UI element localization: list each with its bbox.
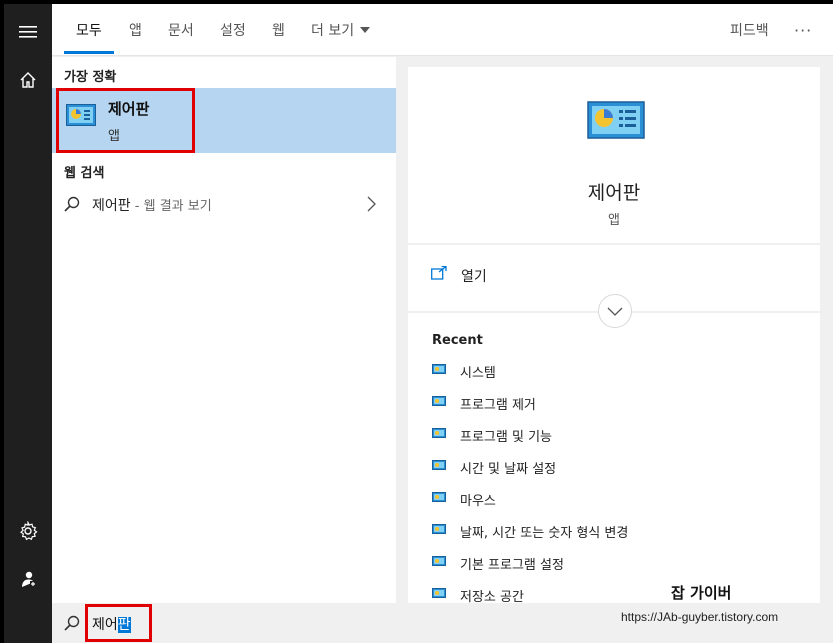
recent-item-label: 저장소 공간 [460,589,524,605]
recent-heading: Recent [432,333,483,348]
recent-item[interactable]: 마우스 [432,487,496,511]
annotation-highlight-box [56,88,195,153]
control-panel-icon [432,555,446,571]
recent-item-label: 프로그램 제거 [460,397,536,413]
tab-all[interactable]: 모두 [76,4,102,56]
feedback-button[interactable]: 피드백 [730,4,769,56]
control-panel-icon [432,491,446,507]
recent-item-label: 시간 및 날짜 설정 [460,461,557,477]
recent-item[interactable]: 시간 및 날짜 설정 [432,455,556,479]
search-window: 모두 앱 문서 설정 웹 더 보기 피드백 ··· 가장 정확 제어판 앱 웹 … [0,0,833,643]
search-icon [64,196,80,216]
best-match-heading: 가장 정확 [64,70,117,85]
tab-settings[interactable]: 설정 [220,4,246,56]
recent-item[interactable]: 프로그램 및 기능 [432,423,552,447]
recent-item[interactable]: 기본 프로그램 설정 [432,551,564,575]
tab-documents[interactable]: 문서 [168,4,194,56]
home-icon[interactable] [4,60,52,100]
recent-item-label: 시스템 [460,365,496,381]
left-rail [4,4,52,643]
hamburger-menu-icon[interactable] [4,12,52,52]
chevron-right-icon [366,196,376,216]
chevron-down-icon [607,307,623,316]
chevron-down-icon [360,27,371,33]
tab-web[interactable]: 웹 [272,4,285,56]
settings-gear-icon[interactable] [4,511,52,551]
control-panel-icon [432,395,446,411]
open-icon [431,265,447,284]
preview-pane: 제어판 앱 열기 Recent 시스템프로그램 제거프로그램 및 기능시간 및 … [408,57,820,605]
expand-button[interactable] [598,294,632,328]
watermark-url: https://JAb-guyber.tistory.com [621,610,779,624]
control-panel-icon [432,427,446,443]
tab-more[interactable]: 더 보기 [311,4,371,56]
recent-item-label: 프로그램 및 기능 [460,429,552,445]
control-panel-icon [432,587,446,603]
main-area: 모두 앱 문서 설정 웹 더 보기 피드백 ··· 가장 정확 제어판 앱 웹 … [52,4,833,643]
recent-item-label: 날짜, 시간 또는 숫자 형식 변경 [460,525,629,541]
tab-apps[interactable]: 앱 [129,4,142,56]
recent-list: Recent 시스템프로그램 제거프로그램 및 기능시간 및 날짜 설정마우스날… [408,313,820,605]
active-tab-indicator [64,51,114,54]
recent-item-label: 마우스 [460,493,496,509]
recent-item[interactable]: 프로그램 제거 [432,391,536,415]
control-panel-icon [587,101,645,145]
open-label: 열기 [461,269,487,285]
recent-item-label: 기본 프로그램 설정 [460,557,564,573]
search-icon [64,615,80,635]
web-search-query: 제어판 [92,198,131,214]
recent-item[interactable]: 시스템 [432,359,496,383]
preview-subtitle: 앱 [608,213,620,228]
control-panel-icon [432,523,446,539]
user-account-icon[interactable] [4,559,52,599]
control-panel-icon [432,363,446,379]
web-search-heading: 웹 검색 [64,166,105,181]
annotation-highlight-box [85,604,152,642]
web-search-hint: - 웹 결과 보기 [130,199,212,214]
watermark-title: 잡 가이버 [671,584,732,602]
more-options-button[interactable]: ··· [794,4,812,56]
filter-tab-bar: 모두 앱 문서 설정 웹 더 보기 피드백 ··· [52,4,833,56]
results-pane: 가장 정확 제어판 앱 웹 검색 제어판 - 웹 결과 보기 [52,57,396,603]
preview-header-card: 제어판 앱 [408,67,820,243]
preview-title: 제어판 [587,182,641,204]
control-panel-icon [432,459,446,475]
web-search-result[interactable]: 제어판 - 웹 결과 보기 [52,186,396,222]
recent-item[interactable]: 날짜, 시간 또는 숫자 형식 변경 [432,519,628,543]
